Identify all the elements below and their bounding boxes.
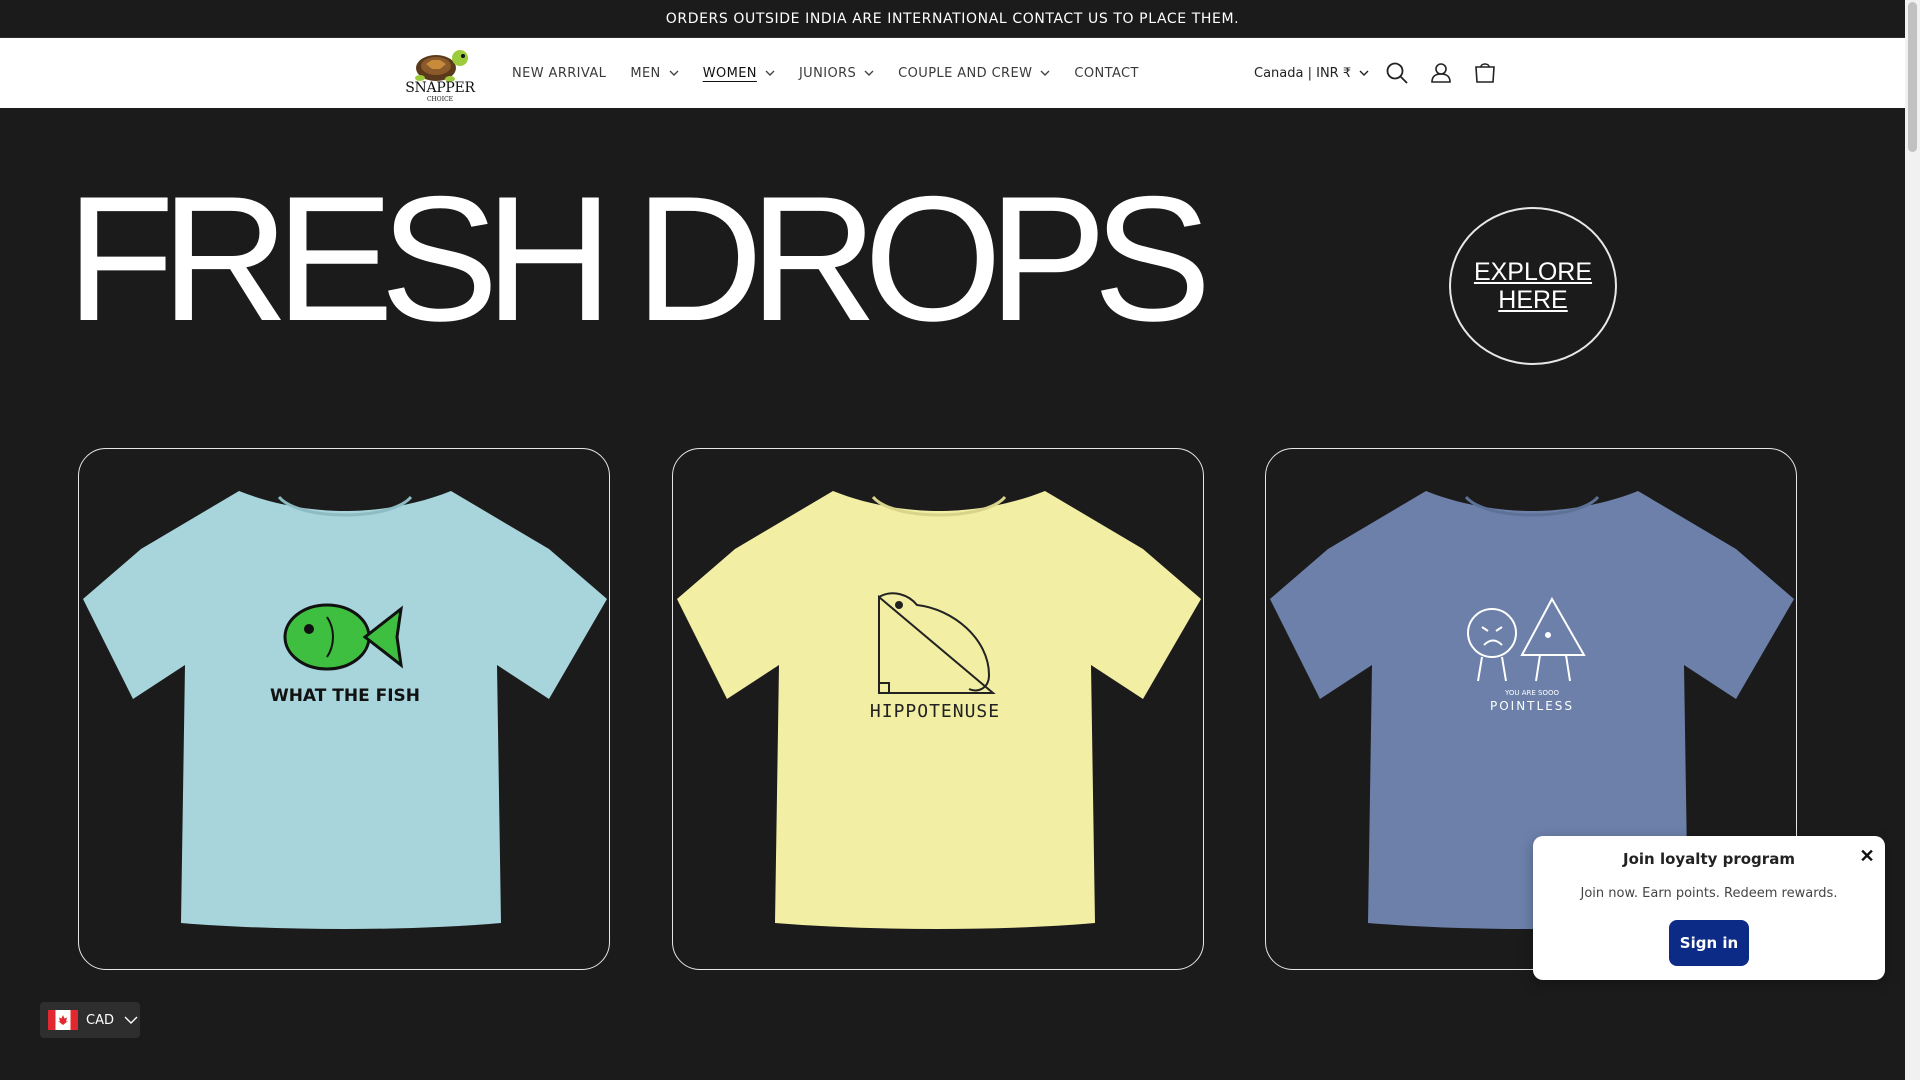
brand-logo[interactable]: SNAPPER CHOICE — [400, 44, 480, 103]
product-card[interactable]: WHAT THE FISH — [78, 448, 610, 970]
nav-label: NEW ARRIVAL — [512, 65, 607, 81]
cart-icon[interactable] — [1472, 60, 1498, 86]
scrollbar-thumb[interactable] — [1908, 2, 1917, 152]
chevron-down-icon — [1040, 70, 1050, 76]
chevron-down-icon — [1359, 70, 1369, 76]
site-header: SNAPPER CHOICE NEW ARRIVAL MEN WOMEN JUN… — [0, 38, 1905, 108]
nav-women[interactable]: WOMEN — [703, 66, 775, 81]
loyalty-subtitle: Join now. Earn points. Redeem rewards. — [1580, 886, 1838, 901]
account-icon[interactable] — [1428, 60, 1454, 86]
chevron-down-icon — [124, 1016, 138, 1024]
chevron-down-icon — [765, 70, 775, 76]
product-card[interactable]: HIPPOTENUSE — [672, 448, 1204, 970]
announcement-bar: ORDERS OUTSIDE INDIA ARE INTERNATIONAL C… — [0, 0, 1905, 38]
print-text: WHAT THE FISH — [270, 686, 420, 706]
nav-label: COUPLE AND CREW — [898, 65, 1033, 81]
loyalty-popup: Join loyalty program ✕ Join now. Earn po… — [1533, 836, 1885, 980]
nav-men[interactable]: MEN — [630, 65, 679, 81]
nav-label: WOMEN — [702, 65, 757, 81]
print-small-text: YOU ARE SOOO — [1504, 689, 1560, 697]
nav-new-arrival[interactable]: NEW ARRIVAL — [512, 66, 606, 81]
nav-juniors[interactable]: JUNIORS — [799, 66, 874, 81]
explore-label: EXPLORE HERE — [1473, 258, 1593, 314]
print-text: POINTLESS — [1490, 699, 1574, 713]
brand-tagline: CHOICE — [426, 96, 454, 103]
print-text: HIPPOTENUSE — [870, 701, 1000, 722]
loyalty-title: Join loyalty program — [1623, 850, 1795, 868]
nav-label: MEN — [630, 65, 661, 81]
announcement-text: ORDERS OUTSIDE INDIA ARE INTERNATIONAL C… — [665, 10, 1240, 27]
sign-in-button[interactable]: Sign in — [1669, 920, 1749, 966]
nav-label: JUNIORS — [798, 65, 857, 81]
currency-selector[interactable]: CAD — [40, 1002, 140, 1038]
currency-code: CAD — [86, 1012, 114, 1028]
close-icon[interactable]: ✕ — [1857, 846, 1877, 866]
explore-button[interactable]: EXPLORE HERE — [1449, 207, 1617, 365]
hero-title: FRESH DROPS — [66, 159, 1212, 358]
brand-name: SNAPPER — [405, 80, 475, 96]
nav-contact[interactable]: CONTACT — [1074, 66, 1138, 81]
search-icon[interactable] — [1384, 60, 1410, 86]
turtle-logo-icon — [415, 50, 468, 82]
scrollbar-track[interactable] — [1905, 0, 1920, 1080]
tshirt-image: HIPPOTENUSE — [677, 491, 1201, 929]
chevron-down-icon — [669, 70, 679, 76]
country-label: Canada | INR ₹ — [1254, 65, 1352, 81]
nav-label: CONTACT — [1074, 65, 1139, 81]
chevron-down-icon — [864, 70, 874, 76]
country-selector[interactable]: Canada | INR ₹ — [1254, 38, 1369, 108]
nav-couple-and-crew[interactable]: COUPLE AND CREW — [898, 66, 1050, 81]
canada-flag-icon — [48, 1010, 78, 1030]
main-nav: NEW ARRIVAL MEN WOMEN JUNIORS COUPLE AND… — [512, 38, 1163, 108]
tshirt-image: WHAT THE FISH — [83, 491, 607, 929]
